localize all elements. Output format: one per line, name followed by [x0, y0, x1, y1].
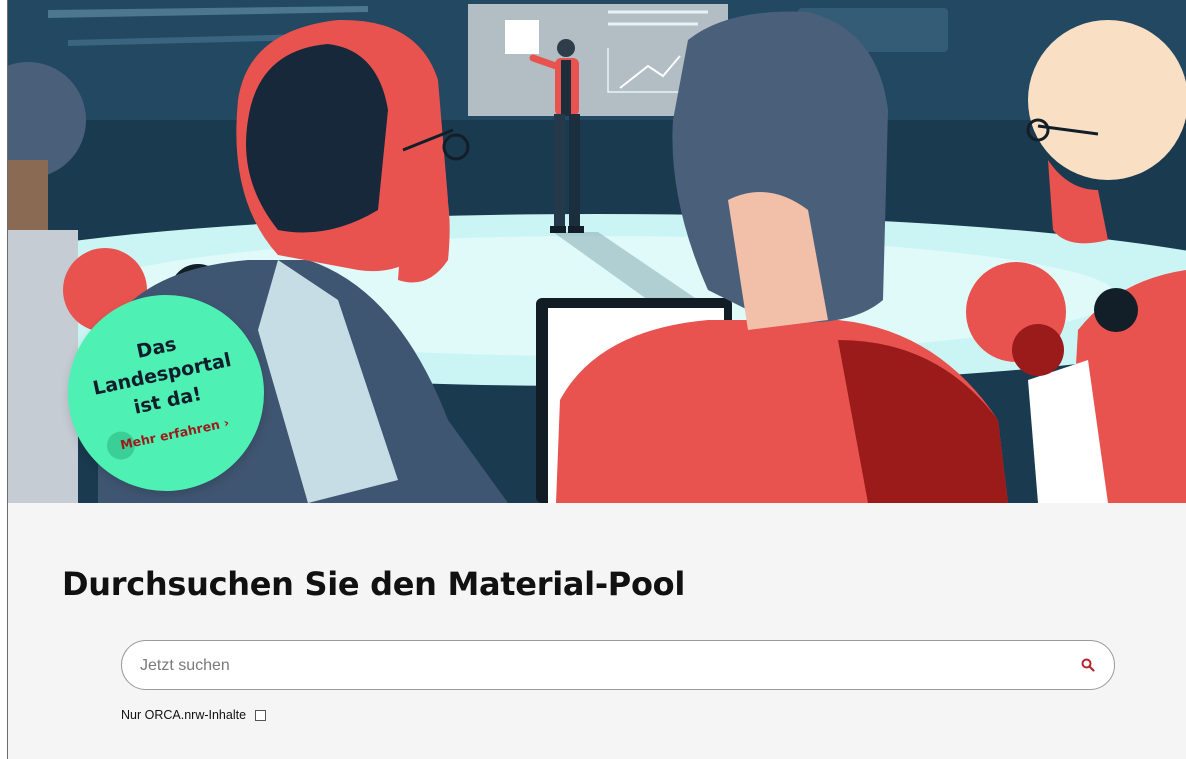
orca-filter-label: Nur ORCA.nrw-Inhalte — [121, 708, 247, 722]
page-title: Durchsuchen Sie den Material-Pool — [62, 565, 685, 603]
chevron-right-icon: › — [222, 414, 231, 431]
orca-filter-checkbox[interactable] — [255, 709, 267, 721]
search-section: Durchsuchen Sie den Material-Pool Nur OR… — [8, 503, 1186, 759]
orca-filter[interactable]: Nur ORCA.nrw-Inhalte — [121, 708, 267, 722]
window-frame-left — [0, 0, 8, 759]
search-input[interactable] — [138, 641, 1062, 691]
badge-title: Das Landesportal ist da! — [90, 333, 234, 419]
hero-banner: Das Landesportal ist da! Mehr erfahren › — [8, 0, 1186, 503]
search-bar — [121, 640, 1115, 691]
search-icon[interactable] — [1080, 657, 1096, 673]
